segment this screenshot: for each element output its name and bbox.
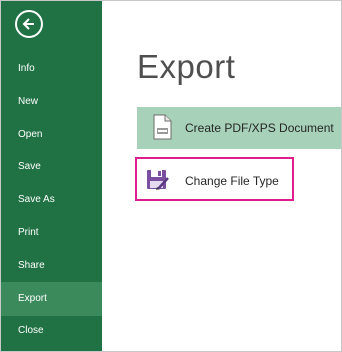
sidebar-item-print[interactable]: Print [1, 216, 102, 250]
create-pdf-xps-option[interactable]: Create PDF/XPS Document [137, 107, 341, 149]
sidebar-item-export[interactable]: Export [1, 282, 102, 316]
change-file-type-label: Change File Type [185, 174, 279, 188]
sidebar-item-info[interactable]: Info [1, 52, 102, 86]
sidebar-item-share[interactable]: Share [1, 249, 102, 283]
sidebar-item-save[interactable]: Save [1, 150, 102, 184]
back-arrow-icon [22, 18, 34, 30]
export-pane: Export Create PDF/XPS Document Change Fi… [102, 1, 341, 351]
sidebar-item-close[interactable]: Close [1, 314, 102, 348]
sidebar-item-new[interactable]: New [1, 85, 102, 119]
create-pdf-xps-label: Create PDF/XPS Document [185, 121, 334, 135]
backstage-sidebar: Info New Open Save Save As Print Share E… [1, 1, 102, 351]
sidebar-item-open[interactable]: Open [1, 118, 102, 152]
page-title: Export [137, 48, 236, 85]
pdf-document-icon [153, 114, 172, 140]
back-button[interactable] [15, 10, 43, 38]
change-file-type-icon [147, 170, 169, 190]
backstage-view: Info New Open Save Save As Print Share E… [0, 0, 342, 352]
sidebar-item-save-as[interactable]: Save As [1, 183, 102, 217]
change-file-type-option[interactable]: Change File Type [135, 157, 294, 201]
